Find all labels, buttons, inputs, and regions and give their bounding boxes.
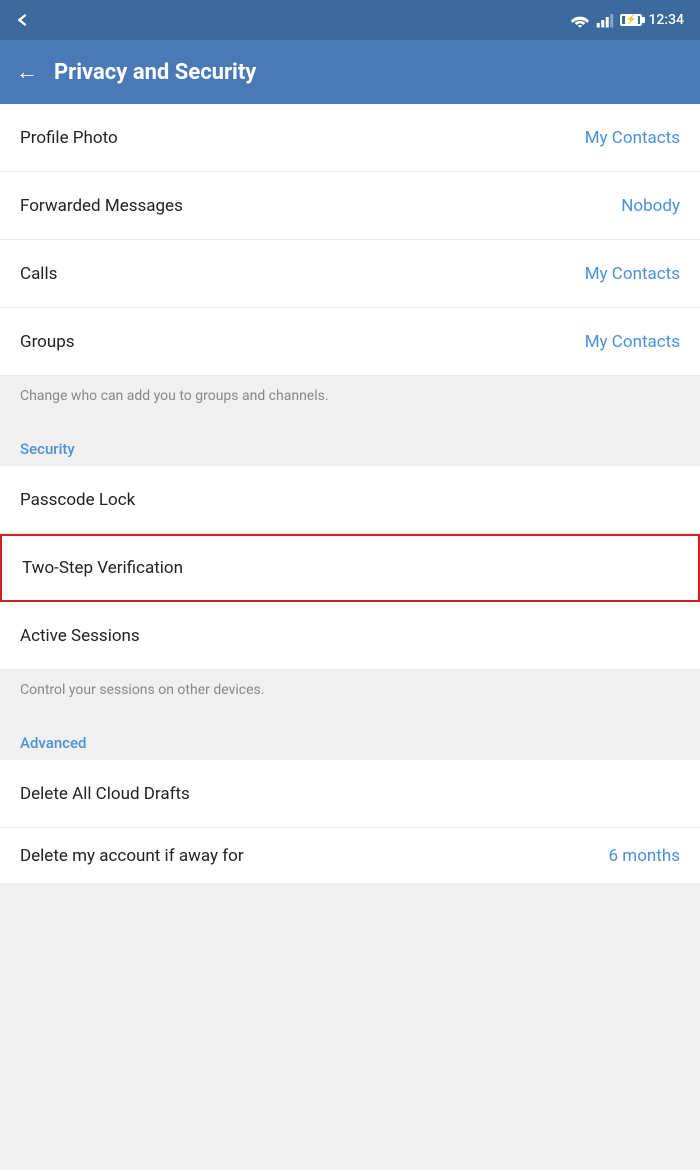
groups-label: Groups [20, 332, 75, 352]
nav-arrow-icon [16, 11, 34, 29]
active-sessions-label: Active Sessions [20, 626, 140, 646]
security-section: Security Passcode Lock Two-Step Verifica… [0, 420, 700, 714]
privacy-section: Profile Photo My Contacts Forwarded Mess… [0, 104, 700, 420]
active-sessions-description: Control your sessions on other devices. [0, 670, 700, 714]
wifi-icon [570, 12, 590, 28]
passcode-lock-item[interactable]: Passcode Lock [0, 466, 700, 534]
two-step-verification-label: Two-Step Verification [22, 558, 183, 578]
content: Profile Photo My Contacts Forwarded Mess… [0, 104, 700, 883]
profile-photo-value: My Contacts [585, 128, 680, 148]
delete-account-item[interactable]: Delete my account if away for 6 months [0, 828, 700, 883]
security-header: Security [0, 420, 700, 466]
groups-item[interactable]: Groups My Contacts [0, 308, 700, 376]
signal-icon [596, 12, 614, 28]
advanced-header: Advanced [0, 714, 700, 760]
calls-value: My Contacts [585, 264, 680, 284]
calls-item[interactable]: Calls My Contacts [0, 240, 700, 308]
app-bar: ← Privacy and Security [0, 40, 700, 104]
passcode-lock-label: Passcode Lock [20, 490, 135, 510]
calls-label: Calls [20, 264, 57, 284]
status-bar-left [16, 11, 34, 29]
delete-cloud-drafts-item[interactable]: Delete All Cloud Drafts [0, 760, 700, 828]
two-step-verification-item[interactable]: Two-Step Verification [0, 534, 700, 602]
advanced-section: Advanced Delete All Cloud Drafts Delete … [0, 714, 700, 883]
status-bar: ⚡ 12:34 [0, 0, 700, 40]
profile-photo-item[interactable]: Profile Photo My Contacts [0, 104, 700, 172]
forwarded-messages-value: Nobody [621, 196, 680, 216]
forwarded-messages-item[interactable]: Forwarded Messages Nobody [0, 172, 700, 240]
page-title: Privacy and Security [54, 60, 256, 85]
battery-icon: ⚡ [620, 14, 642, 26]
delete-account-label: Delete my account if away for [20, 846, 244, 866]
groups-value: My Contacts [585, 332, 680, 352]
groups-description: Change who can add you to groups and cha… [0, 376, 700, 420]
status-bar-right: ⚡ 12:34 [570, 12, 684, 28]
status-time: 12:34 [648, 12, 684, 28]
delete-cloud-drafts-label: Delete All Cloud Drafts [20, 784, 190, 804]
forwarded-messages-label: Forwarded Messages [20, 196, 183, 216]
profile-photo-label: Profile Photo [20, 128, 118, 148]
active-sessions-item[interactable]: Active Sessions [0, 602, 700, 670]
delete-account-value: 6 months [609, 846, 680, 866]
back-button[interactable]: ← [16, 59, 38, 85]
